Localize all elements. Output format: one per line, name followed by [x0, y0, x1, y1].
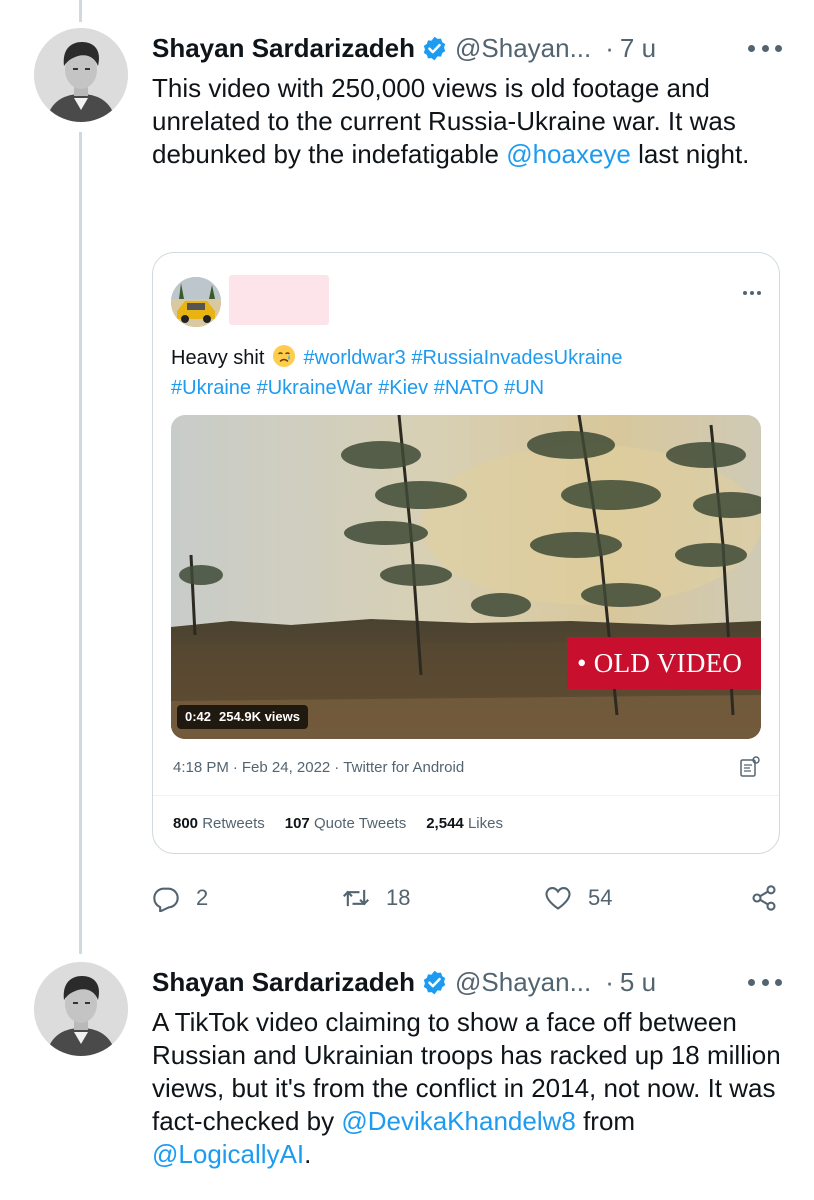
thread-line-top — [79, 0, 82, 22]
hashtag-links[interactable]: #worldwar3 #RussiaInvadesUkraine — [304, 347, 623, 369]
hashtag-links[interactable]: #Ukraine #UkraineWar #Kiev #NATO #UN — [171, 377, 544, 399]
author-handle[interactable]: @Shayan... — [455, 967, 591, 998]
analytics-icon[interactable] — [739, 755, 761, 779]
avatar-photo — [34, 28, 128, 122]
quoted-text-start: Heavy shit — [171, 347, 265, 369]
tweet-text: This video with 250,000 views is old foo… — [152, 72, 792, 171]
separator-dot: · — [605, 32, 614, 63]
reply-count: 2 — [196, 885, 209, 910]
separator-dot: · — [605, 966, 614, 997]
timestamp-time[interactable]: 4:18 PM — [173, 759, 229, 776]
more-options-icon[interactable] — [748, 42, 782, 54]
likes-stat[interactable]: 2,544 Likes — [426, 815, 503, 832]
mention-link[interactable]: @DevikaKhandelw8 — [341, 1106, 576, 1136]
verified-badge-icon — [423, 36, 446, 60]
retweet-count: 18 — [386, 885, 411, 910]
tweet-time[interactable]: 5 u — [620, 967, 656, 998]
tweet-header: Shayan Sardarizadeh @Shayan... · 7 u — [152, 30, 656, 66]
video-views: 254.9K views — [219, 709, 300, 724]
retweets-stat[interactable]: 800 Retweets — [173, 815, 265, 832]
share-icon — [752, 885, 776, 911]
more-options-icon[interactable] — [748, 976, 782, 988]
thread-line — [79, 132, 82, 954]
video-player[interactable]: • OLD VIDEO 0:42 254.9K views — [171, 415, 761, 739]
tweet-text-tail: . — [304, 1139, 312, 1169]
quoted-avatar-image — [171, 277, 221, 327]
retweet-icon — [343, 889, 369, 907]
video-duration: 0:42 — [185, 709, 212, 724]
heart-icon — [545, 887, 571, 910]
author-name[interactable]: Shayan Sardarizadeh — [152, 967, 415, 998]
avatar[interactable] — [34, 28, 128, 122]
divider — [153, 795, 779, 796]
tweet-source[interactable]: Twitter for Android — [343, 759, 464, 776]
quoted-timestamp: 4:18 PM · Feb 24, 2022 · Twitter for Android — [173, 759, 465, 776]
timestamp-date[interactable]: Feb 24, 2022 — [242, 759, 330, 776]
quote-tweets-stat[interactable]: 107 Quote Tweets — [285, 815, 406, 832]
quoted-more-options-icon[interactable] — [743, 291, 761, 296]
tweet-header: Shayan Sardarizadeh @Shayan... · 5 u — [152, 964, 656, 1000]
old-video-badge: • OLD VIDEO — [567, 637, 761, 689]
video-thumbnail — [171, 415, 761, 739]
quoted-author-avatar[interactable] — [171, 277, 221, 327]
reply-icon — [153, 887, 179, 912]
quoted-tweet-text: Heavy shit #worldwar3 #RussiaInvadesUkra… — [171, 343, 761, 403]
tweet-text-middle: from — [575, 1106, 636, 1136]
tweet-time[interactable]: 7 u — [620, 33, 656, 64]
tweet-text-tail: last night. — [630, 139, 750, 169]
like-button[interactable]: 54 — [544, 876, 612, 920]
quoted-tweet-card[interactable]: Heavy shit #worldwar3 #RussiaInvadesUkra… — [152, 252, 780, 854]
crying-face-emoji-icon — [272, 345, 295, 367]
redacted-username-block — [229, 275, 329, 325]
like-count: 54 — [588, 885, 613, 910]
quoted-tweet-stats: 800 Retweets 107 Quote Tweets 2,544 Like… — [173, 815, 523, 832]
tweet-text: A TikTok video claiming to show a face o… — [152, 1006, 792, 1171]
verified-badge-icon — [423, 970, 446, 994]
mention-link[interactable]: @hoaxeye — [506, 139, 631, 169]
share-button[interactable] — [750, 876, 778, 920]
avatar-photo — [34, 962, 128, 1056]
retweet-button[interactable]: 18 — [342, 876, 410, 920]
tweet-actions: 2 18 54 — [152, 876, 792, 920]
author-name[interactable]: Shayan Sardarizadeh — [152, 33, 415, 64]
avatar[interactable] — [34, 962, 128, 1056]
video-duration-views: 0:42 254.9K views — [177, 705, 308, 729]
reply-button[interactable]: 2 — [152, 876, 208, 920]
author-handle[interactable]: @Shayan... — [455, 33, 591, 64]
mention-link[interactable]: @LogicallyAI — [152, 1139, 304, 1169]
